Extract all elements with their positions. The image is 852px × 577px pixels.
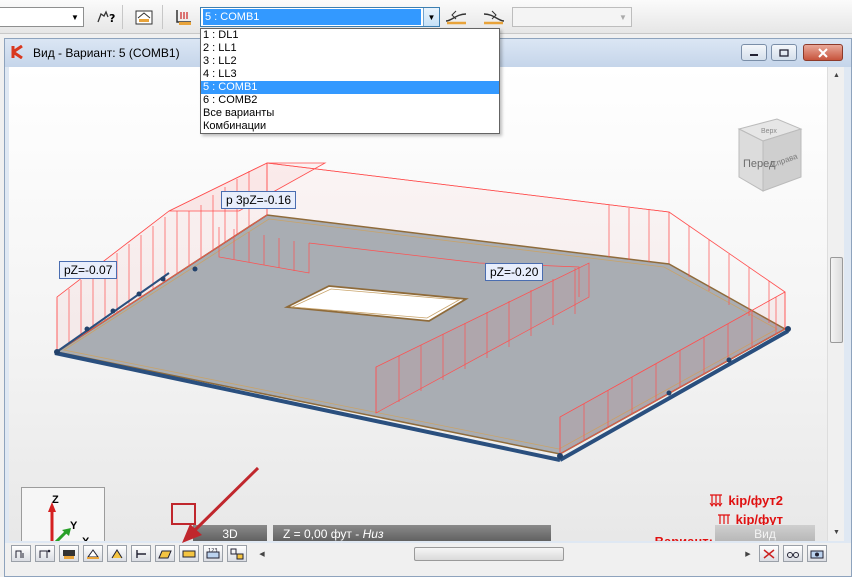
load-label-left: pZ=-0.07 — [59, 261, 118, 279]
scroll-right-icon[interactable]: ▶ — [741, 546, 755, 562]
dropdown-item-comb1[interactable]: 5 : COMB1 — [201, 81, 499, 94]
next-case-icon[interactable] — [482, 6, 506, 28]
node-numbers-icon[interactable] — [11, 545, 31, 562]
axis-z-label: Z — [52, 494, 59, 506]
chevron-down-icon[interactable]: ▼ — [615, 8, 631, 26]
axis-indicator: Z Y X — [21, 487, 105, 541]
vertical-scroll-thumb[interactable] — [830, 257, 843, 343]
dropdown-item-dl1[interactable]: 1 : DL1 — [201, 29, 499, 42]
offsets-display-icon[interactable] — [131, 545, 151, 562]
vertical-scrollbar[interactable]: ▲ ▼ — [827, 67, 844, 541]
view-cube[interactable]: Перед Справа Верх — [737, 118, 803, 192]
view-mode-status: 3D — [193, 525, 267, 541]
load-case-combo-value: 5 : COMB1 — [203, 9, 421, 25]
horizontal-scrollbar[interactable]: ◀ ▶ — [255, 546, 755, 562]
view-label-status: Вид — [715, 525, 815, 541]
maximize-icon — [779, 48, 789, 57]
structure-view-icon[interactable] — [132, 6, 156, 28]
camera-view-icon[interactable] — [807, 545, 827, 562]
load-values-icon[interactable]: 123 — [203, 545, 223, 562]
window-title: Вид - Вариант: 5 (COMB1) — [33, 46, 180, 60]
scroll-down-icon[interactable]: ▼ — [828, 524, 845, 541]
dropdown-item-comb2[interactable]: 6 : COMB2 — [201, 94, 499, 107]
bar-numbers-icon[interactable] — [35, 545, 55, 562]
cut-view-icon[interactable] — [759, 545, 779, 562]
load-case-dropdown: 1 : DL1 2 : LL1 3 : LL2 4 : LL3 5 : COMB… — [200, 28, 500, 134]
close-button[interactable] — [803, 44, 843, 61]
dropdown-item-combinations[interactable]: Комбинации — [201, 120, 499, 133]
load-label-top: p 3pZ=-0.16 — [221, 191, 297, 209]
glasses-view-icon[interactable] — [783, 545, 803, 562]
slab-model-drawing: Перед Справа Верх — [54, 118, 803, 462]
close-icon — [818, 47, 828, 58]
chevron-down-icon[interactable]: ▼ — [423, 8, 439, 26]
model-viewport[interactable]: Перед Справа Верх p 3pZ=-0.16 pZ=-0.07 p… — [9, 67, 827, 541]
minimize-icon — [750, 53, 758, 56]
horizontal-scroll-thumb[interactable] — [414, 547, 564, 561]
mode-combo[interactable]: ▼ — [512, 7, 632, 27]
viewcube-top-label[interactable]: Верх — [761, 128, 777, 135]
robot-app-icon — [11, 44, 25, 62]
legend-area-unit: kip/фут2 — [728, 493, 783, 508]
load-case-combo[interactable]: 5 : COMB1 ▼ — [200, 7, 440, 27]
releases-display-icon[interactable] — [107, 545, 127, 562]
z-level-suffix: Низ — [362, 527, 384, 541]
toolbar-separator — [122, 5, 123, 29]
maximize-button[interactable] — [771, 44, 797, 61]
previous-case-icon[interactable] — [444, 6, 468, 28]
chevron-down-icon[interactable]: ▼ — [67, 8, 83, 26]
dropdown-item-ll2[interactable]: 3 : LL2 — [201, 55, 499, 68]
area-load-icon — [709, 493, 723, 507]
toolbar-separator — [162, 5, 163, 29]
axis-y-label: Y — [70, 520, 78, 532]
z-level-status: Z = 0,00 фут - Низ — [273, 525, 551, 541]
highlight-box — [171, 503, 196, 525]
scroll-left-icon[interactable]: ◀ — [255, 546, 269, 562]
axis-x-label: X — [82, 536, 89, 541]
dropdown-item-all-cases[interactable]: Все варианты — [201, 107, 499, 120]
grid-display-icon[interactable] — [227, 545, 247, 562]
structure-combo[interactable]: ▼ — [0, 7, 84, 27]
horizontal-scroll-track[interactable] — [269, 546, 741, 562]
hand-help-icon[interactable]: ? — [94, 6, 118, 28]
z-level-value: Z = 0,00 фут — [283, 527, 352, 541]
svg-text:?: ? — [109, 12, 115, 25]
minimize-button[interactable] — [741, 44, 767, 61]
dropdown-item-ll3[interactable]: 4 : LL3 — [201, 68, 499, 81]
dropdown-item-ll1[interactable]: 2 : LL1 — [201, 42, 499, 55]
panels-display-icon[interactable] — [155, 545, 175, 562]
load-cases-icon[interactable] — [172, 6, 196, 28]
supports-display-icon[interactable] — [83, 545, 103, 562]
view-bottom-toolbar: 123 ◀ ▶ — [5, 543, 851, 576]
robot-structural-app: ▼ ? 5 : COMB1 ▼ ▼ 1 : DL1 2 : LL1 3: LL… — [0, 0, 852, 577]
svg-text:123: 123 — [208, 548, 218, 554]
load-label-right: pZ=-0.20 — [485, 263, 544, 281]
section-shapes-icon[interactable] — [59, 545, 79, 562]
panel-thickness-icon[interactable] — [179, 545, 199, 562]
scroll-up-icon[interactable]: ▲ — [828, 67, 845, 84]
